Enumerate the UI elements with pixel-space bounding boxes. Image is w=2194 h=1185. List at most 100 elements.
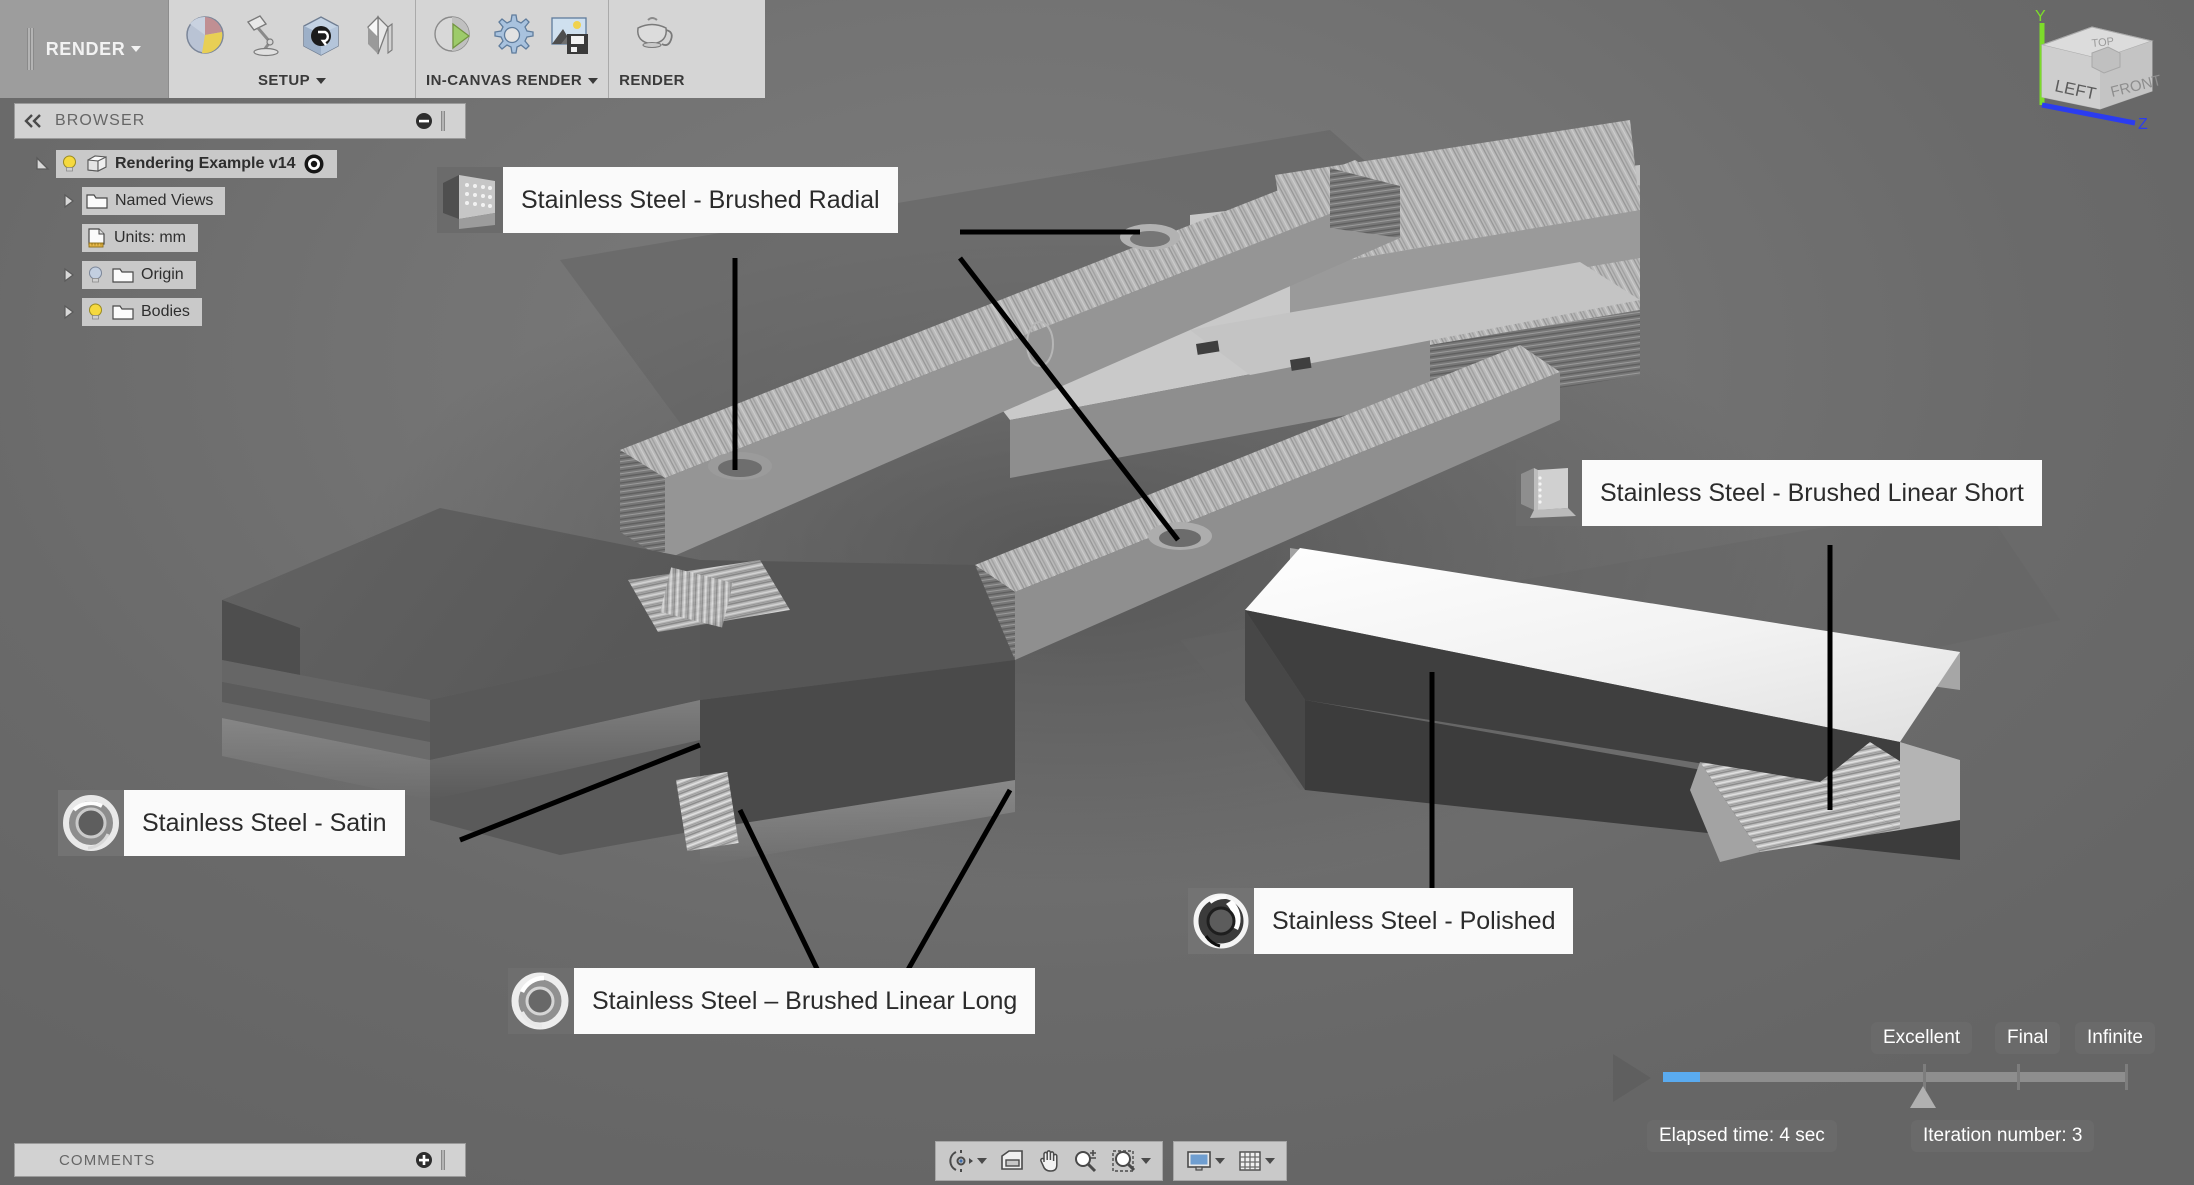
- callout-label: Stainless Steel - Satin: [124, 790, 405, 856]
- display-tools-group: [1173, 1141, 1287, 1181]
- zoom-button[interactable]: [1070, 1149, 1102, 1173]
- callout-label: Stainless Steel - Brushed Linear Short: [1582, 460, 2042, 526]
- ribbon-toolbar: RENDER SETUP IN-CANVAS RENDER RENDER: [0, 0, 765, 98]
- callout-brushed-linear-short[interactable]: Stainless Steel - Brushed Linear Short: [1516, 460, 2042, 526]
- tree-node-units[interactable]: Units: mm: [82, 223, 198, 252]
- tree-row[interactable]: Origin: [30, 256, 460, 293]
- ribbon-grip-icon: [26, 28, 34, 70]
- look-at-icon: [1001, 1150, 1023, 1170]
- tree-node-label: Named Views: [115, 191, 214, 209]
- chevron-down-icon[interactable]: [588, 78, 599, 85]
- grid-snaps-button[interactable]: [1234, 1149, 1278, 1173]
- z-axis-label: Z: [2138, 116, 2148, 130]
- texture-cube-icon: [303, 16, 339, 56]
- torus-brushed-swatch: [508, 968, 574, 1034]
- tree-node-label: Rendering Example v14: [115, 154, 296, 172]
- z-axis: [2041, 102, 2136, 126]
- twisty-closed-icon[interactable]: [56, 267, 82, 283]
- render-progress-track[interactable]: [1663, 1072, 2128, 1082]
- minus-circle-icon[interactable]: [415, 112, 433, 130]
- chevron-down-icon[interactable]: [1141, 1158, 1151, 1164]
- lightbulb-on-icon[interactable]: [60, 154, 79, 173]
- callout-polished[interactable]: Stainless Steel - Polished: [1188, 888, 1574, 954]
- tree-node-bodies[interactable]: Bodies: [82, 297, 202, 326]
- plus-circle-icon[interactable]: [415, 1151, 433, 1169]
- view-cube[interactable]: Y Z LEFT FRONT TOP: [2020, 5, 2194, 133]
- in-canvas-render-label-text: IN-CANVAS RENDER: [426, 72, 583, 89]
- panel-resize-grip[interactable]: [441, 111, 445, 131]
- render-button[interactable]: [626, 6, 678, 64]
- brushed-radial-swatch: [437, 167, 503, 233]
- decal-icon: [367, 15, 393, 55]
- callout-label: Stainless Steel – Brushed Linear Long: [574, 968, 1036, 1034]
- chevron-down-icon[interactable]: [316, 78, 326, 85]
- folder-icon: [112, 304, 134, 320]
- render-play-icon: [434, 16, 471, 52]
- twisty-closed-icon[interactable]: [56, 304, 82, 320]
- save-image-icon: [551, 17, 589, 54]
- torus-satin-swatch: [58, 790, 124, 856]
- render-progress-control: Excellent Final Infinite Elapsed time: 4…: [1613, 1022, 2173, 1162]
- tree-row[interactable]: Named Views: [30, 182, 460, 219]
- monitor-icon: [1187, 1151, 1211, 1171]
- chevron-down-icon[interactable]: [131, 46, 142, 52]
- component-cube-icon: [87, 155, 107, 172]
- quality-label-final[interactable]: Final: [1995, 1022, 2061, 1054]
- callout-brushed-linear-long[interactable]: Stainless Steel – Brushed Linear Long: [508, 968, 1036, 1034]
- torus-polished-swatch: [1188, 888, 1254, 954]
- appearance-button[interactable]: [179, 6, 231, 64]
- comments-title: COMMENTS: [59, 1151, 156, 1169]
- in-canvas-render-settings-button[interactable]: [486, 6, 538, 64]
- target-circle-icon[interactable]: [303, 153, 325, 175]
- lightbulb-off-icon[interactable]: [86, 265, 105, 284]
- quality-slider-marker[interactable]: [1910, 1086, 1937, 1108]
- chevron-down-icon[interactable]: [977, 1158, 987, 1164]
- quality-label-excellent[interactable]: Excellent: [1871, 1022, 1973, 1054]
- zoom-magnifier-icon: [1075, 1150, 1097, 1173]
- texture-map-controls-button[interactable]: [295, 6, 347, 64]
- scene-settings-button[interactable]: [237, 6, 289, 64]
- look-at-button[interactable]: [996, 1149, 1028, 1173]
- double-chevron-left-icon[interactable]: [23, 114, 43, 128]
- panel-resize-grip[interactable]: [441, 1150, 445, 1170]
- browser-tree: Rendering Example v14 Named Views Units:…: [30, 145, 460, 330]
- comments-bar[interactable]: COMMENTS: [14, 1143, 466, 1177]
- quality-label-infinite[interactable]: Infinite: [2075, 1022, 2155, 1054]
- callout-satin[interactable]: Stainless Steel - Satin: [58, 790, 405, 856]
- orbit-button[interactable]: [944, 1149, 990, 1173]
- render-workspace-tab[interactable]: RENDER: [0, 0, 168, 98]
- setup-label-text: SETUP: [257, 72, 310, 89]
- chevron-down-icon[interactable]: [1215, 1158, 1225, 1164]
- orbit-icon: [949, 1150, 973, 1172]
- lightbulb-on-icon[interactable]: [86, 302, 105, 321]
- callout-label: Stainless Steel - Brushed Radial: [503, 167, 898, 233]
- callout-label: Stainless Steel - Polished: [1254, 888, 1574, 954]
- desk-lamp-icon: [246, 15, 279, 57]
- iteration-number-label: Iteration number: 3: [1911, 1120, 2095, 1152]
- tree-node-rendering-example[interactable]: Rendering Example v14: [56, 149, 337, 178]
- decal-button[interactable]: [353, 6, 405, 64]
- tree-row[interactable]: Units: mm: [30, 219, 460, 256]
- panel-in-canvas-render-label: IN-CANVAS RENDER: [426, 72, 599, 89]
- panel-render: RENDER: [608, 0, 695, 98]
- pan-button[interactable]: [1034, 1149, 1064, 1173]
- capture-image-button[interactable]: [544, 6, 596, 64]
- tree-node-origin[interactable]: Origin: [82, 260, 196, 289]
- chevron-down-icon[interactable]: [1265, 1158, 1275, 1164]
- in-canvas-render-button[interactable]: [428, 6, 480, 64]
- panel-render-label: RENDER: [619, 72, 685, 89]
- folder-icon: [86, 193, 108, 209]
- tree-node-named-views[interactable]: Named Views: [82, 186, 226, 215]
- tree-row[interactable]: Bodies: [30, 293, 460, 330]
- twisty-open-icon[interactable]: [30, 155, 56, 173]
- zoom-window-button[interactable]: [1108, 1149, 1154, 1173]
- teapot-icon: [637, 17, 673, 49]
- elapsed-time-label: Elapsed time: 4 sec: [1647, 1120, 1837, 1152]
- play-triangle-icon[interactable]: [1613, 1054, 1651, 1102]
- navigation-bar: [935, 1141, 1287, 1181]
- display-settings-button[interactable]: [1182, 1149, 1228, 1173]
- callout-brushed-radial[interactable]: Stainless Steel - Brushed Radial: [437, 167, 898, 233]
- twisty-closed-icon[interactable]: [56, 193, 82, 209]
- viewcube-face-top[interactable]: TOP: [2091, 36, 2115, 50]
- tree-row[interactable]: Rendering Example v14: [30, 145, 460, 182]
